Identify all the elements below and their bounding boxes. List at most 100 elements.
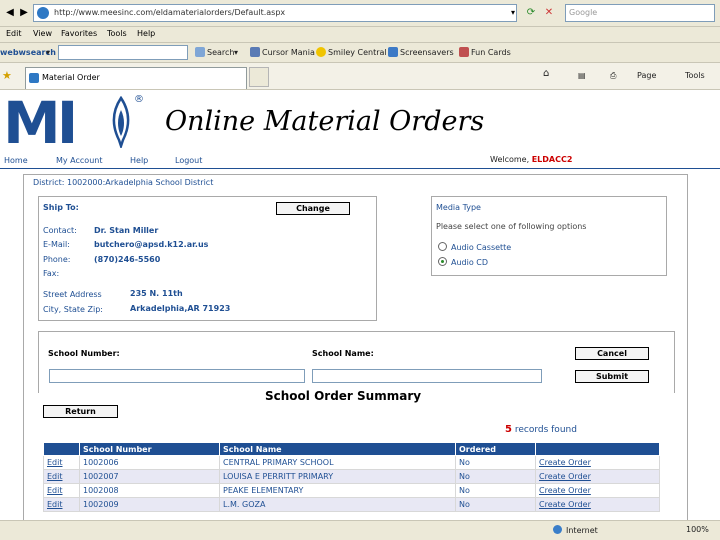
toolbar-search-button[interactable]: Search	[195, 47, 234, 59]
address-text: http://www.meesinc.com/eldamaterialorder…	[54, 8, 286, 17]
ship-to-panel: Ship To: Change Contact: Dr. Stan Miller…	[38, 196, 377, 321]
card-icon	[459, 47, 469, 57]
nav-home[interactable]: Home	[4, 156, 28, 165]
home-icon[interactable]: ⌂	[543, 68, 549, 79]
forward-icon[interactable]: ▶	[16, 4, 32, 22]
city-label: City, State Zip:	[43, 305, 103, 314]
change-button[interactable]: Change	[276, 202, 350, 215]
table-row: Edit 1002008 PEAKE ELEMENTARY No Create …	[43, 483, 660, 498]
ordered-cell: No	[455, 497, 536, 512]
col-header-action	[535, 442, 660, 456]
toolbar-screensavers[interactable]: Screensavers	[388, 47, 454, 59]
school-number-label: School Number:	[48, 349, 120, 358]
school-number-cell: 1002006	[79, 455, 220, 470]
col-header-school-name: School Name	[219, 442, 456, 456]
contact-value: Dr. Stan Miller	[94, 226, 159, 235]
school-order-table: School Number School Name Ordered Edit 1…	[43, 442, 660, 512]
address-dropdown-icon[interactable]: ▾	[505, 4, 521, 22]
browser-search-input[interactable]: Google	[565, 4, 715, 22]
tools-menu[interactable]: Tools	[685, 71, 705, 80]
col-header-school-number: School Number	[79, 442, 220, 456]
audio-cassette-radio[interactable]	[438, 242, 447, 251]
school-name-input[interactable]	[312, 369, 542, 383]
toolbar-cursor-mania[interactable]: Cursor Mania	[250, 47, 315, 59]
ordered-cell: No	[455, 455, 536, 470]
edit-link[interactable]: Edit	[47, 458, 63, 467]
status-bar: Internet 100%	[0, 520, 720, 540]
school-name-cell: L.M. GOZA	[219, 497, 456, 512]
menu-help[interactable]: Help	[137, 29, 155, 38]
cancel-button[interactable]: Cancel	[575, 347, 649, 360]
username: ELDACC2	[531, 155, 573, 164]
menu-favorites[interactable]: Favorites	[61, 29, 97, 38]
col-header-ordered: Ordered	[455, 442, 536, 456]
create-order-link[interactable]: Create Order	[539, 458, 591, 467]
school-number-cell: 1002007	[79, 469, 220, 484]
district-label: District: 1002000:Arkadelphia School Dis…	[33, 178, 214, 187]
ordered-cell: No	[455, 483, 536, 498]
media-type-heading: Media Type	[436, 203, 481, 212]
media-type-prompt: Please select one of following options	[436, 222, 587, 231]
street-value: 235 N. 11th	[130, 289, 183, 298]
refresh-icon[interactable]: ⟳	[523, 4, 539, 22]
school-name-cell: LOUISA E PERRITT PRIMARY	[219, 469, 456, 484]
create-order-link[interactable]: Create Order	[539, 500, 591, 509]
edit-link[interactable]: Edit	[47, 500, 63, 509]
toolbar-fun-cards[interactable]: Fun Cards	[459, 47, 511, 59]
create-order-link[interactable]: Create Order	[539, 486, 591, 495]
tab-material-order[interactable]: Material Order	[25, 67, 247, 89]
cursor-icon	[250, 47, 260, 57]
nav-help[interactable]: Help	[130, 156, 148, 165]
new-tab-button[interactable]	[249, 67, 269, 87]
toolbar-brand-dropdown-icon[interactable]: ▾	[46, 47, 50, 59]
table-row: Edit 1002007 LOUISA E PERRITT PRIMARY No…	[43, 469, 660, 484]
school-number-input[interactable]	[49, 369, 305, 383]
summary-title: School Order Summary	[265, 389, 422, 403]
phone-value: (870)246-5560	[94, 255, 161, 264]
city-value: Arkadelphia,AR 71923	[130, 304, 231, 313]
registered-mark: ®	[134, 94, 144, 105]
return-button[interactable]: Return	[43, 405, 118, 418]
favorites-star-icon[interactable]: ★	[2, 69, 12, 82]
web-page: MI ® Online Material Orders Home My Acco…	[0, 90, 720, 520]
edit-link[interactable]: Edit	[47, 486, 63, 495]
table-row: Edit 1002006 CENTRAL PRIMARY SCHOOL No C…	[43, 455, 660, 470]
audio-cd-radio[interactable]	[438, 257, 447, 266]
zoom-level[interactable]: 100%	[686, 525, 709, 534]
school-number-cell: 1002008	[79, 483, 220, 498]
table-row: Edit 1002009 L.M. GOZA No Create Order	[43, 497, 660, 512]
site-header: MI ® Online Material Orders	[0, 90, 720, 152]
menu-edit[interactable]: Edit	[6, 29, 22, 38]
contact-label: Contact:	[43, 226, 77, 235]
school-search-panel: School Number: School Name: Cancel Submi…	[38, 331, 675, 393]
quill-flame-icon	[112, 96, 130, 148]
ship-to-heading: Ship To:	[43, 203, 79, 212]
records-count: 5	[505, 424, 512, 435]
school-name-cell: PEAKE ELEMENTARY	[219, 483, 456, 498]
address-input[interactable]: http://www.meesinc.com/eldamaterialorder…	[33, 4, 517, 22]
toolbar-dropdown-icon[interactable]: ▾	[234, 47, 238, 59]
nav-logout[interactable]: Logout	[175, 156, 202, 165]
nav-my-account[interactable]: My Account	[56, 156, 102, 165]
page-menu[interactable]: Page	[637, 71, 656, 80]
print-icon[interactable]: ⎙	[610, 71, 616, 81]
menu-view[interactable]: View	[33, 29, 52, 38]
school-name-label: School Name:	[312, 349, 374, 358]
welcome-text: Welcome, ELDACC2	[490, 155, 573, 164]
menu-tools[interactable]: Tools	[107, 29, 127, 38]
toolbar-smiley-central[interactable]: Smiley Central	[316, 47, 387, 59]
ie-page-icon	[37, 7, 49, 19]
submit-button[interactable]: Submit	[575, 370, 649, 383]
stop-icon[interactable]: ✕	[541, 4, 557, 22]
toolbar-search-input[interactable]	[58, 45, 188, 60]
menu-bar: Edit View Favorites Tools Help	[0, 27, 720, 43]
media-type-panel: Media Type Please select one of followin…	[431, 196, 667, 276]
school-number-cell: 1002009	[79, 497, 220, 512]
create-order-link[interactable]: Create Order	[539, 472, 591, 481]
feeds-icon[interactable]: ▤	[578, 71, 586, 80]
smiley-icon	[316, 47, 326, 57]
col-header-edit	[43, 442, 80, 456]
table-header-row: School Number School Name Ordered	[43, 442, 660, 456]
tab-label: Material Order	[42, 73, 100, 82]
edit-link[interactable]: Edit	[47, 472, 63, 481]
